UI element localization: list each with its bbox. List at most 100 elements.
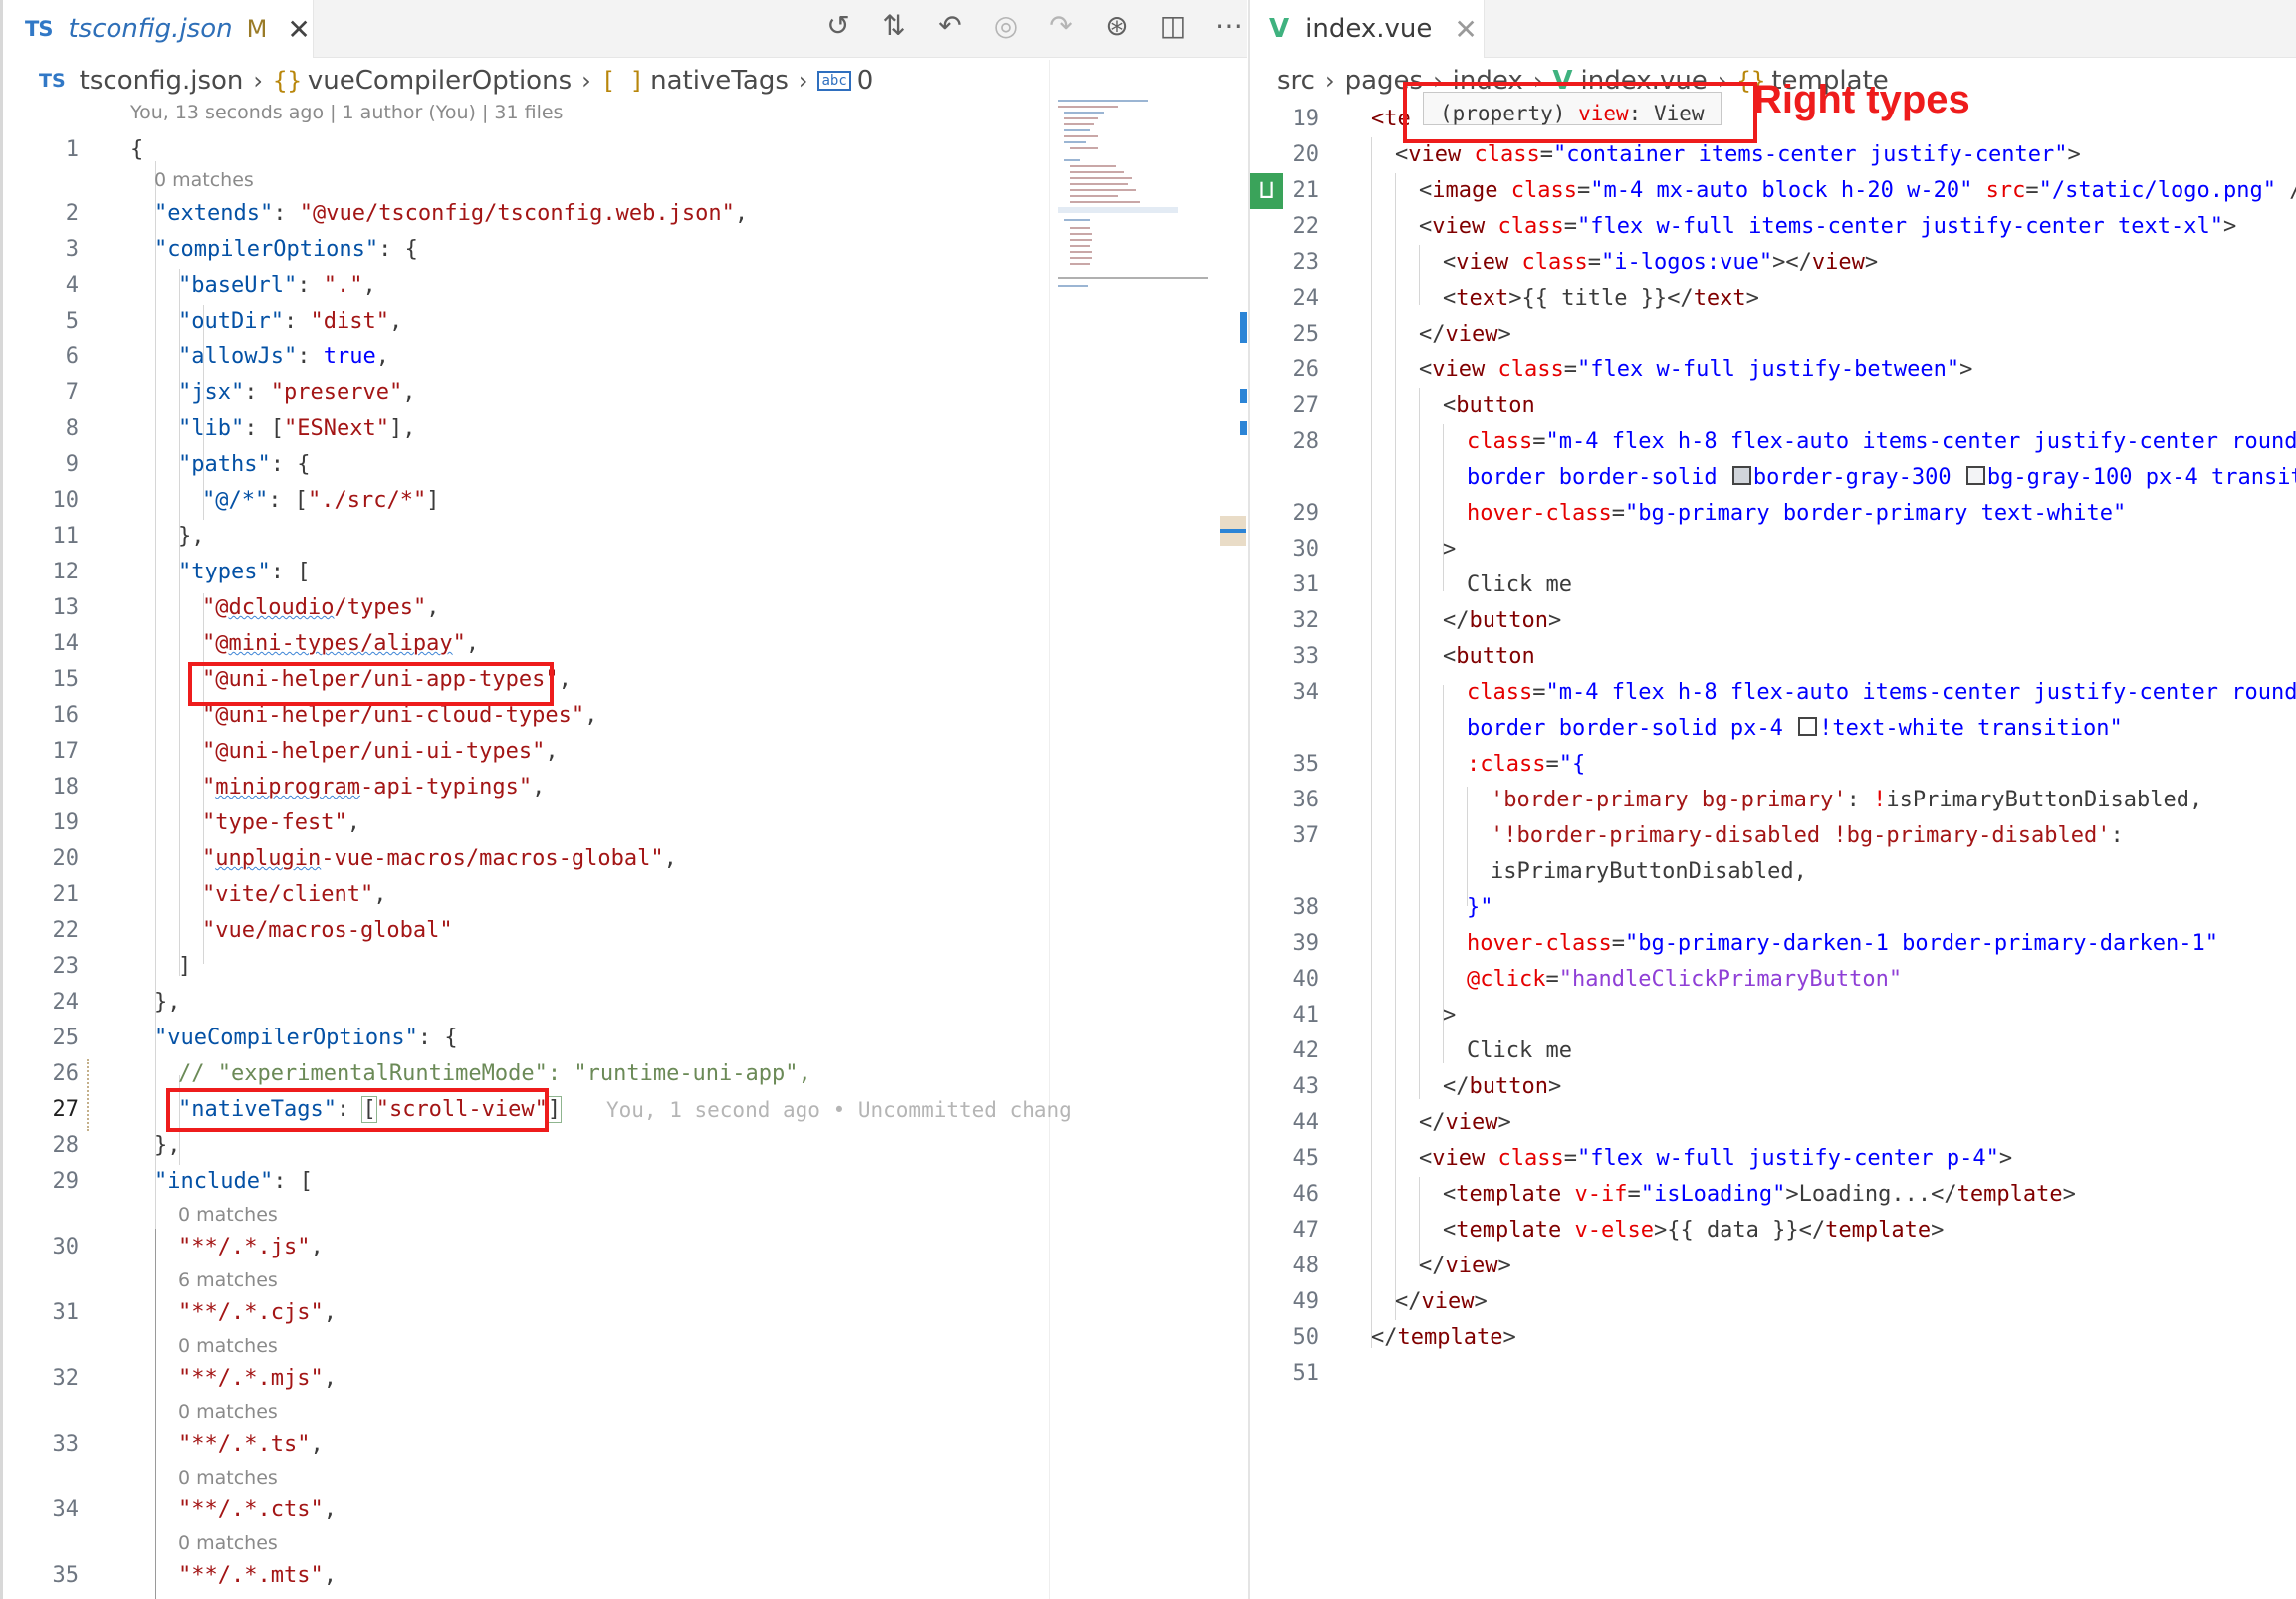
code-line[interactable]: > — [1443, 998, 1456, 1033]
code-line[interactable]: "outDir": "dist", — [178, 304, 402, 340]
code-line[interactable]: <image class="m-4 mx-auto block h-20 w-2… — [1419, 173, 2296, 209]
code-line[interactable]: </view> — [1395, 1284, 1488, 1320]
code-line[interactable]: "**/.*.cjs", — [178, 1295, 337, 1331]
code-line[interactable]: "type-fest", — [202, 805, 360, 841]
code-line[interactable]: <button — [1443, 639, 1535, 675]
minimap[interactable] — [1058, 100, 1223, 299]
code-line[interactable]: Click me — [1467, 1033, 1572, 1069]
code-line[interactable]: border border-solid px-4 !text-white tra… — [1467, 711, 2123, 747]
code-line[interactable]: "allowJs": true, — [178, 340, 389, 375]
breadcrumb-src[interactable]: src — [1277, 66, 1315, 96]
code-line[interactable]: "jsx": "preserve", — [178, 375, 415, 411]
code-line[interactable]: "vite/client", — [202, 877, 386, 913]
match-count-lens[interactable]: 6 matches — [178, 1269, 278, 1291]
code-line[interactable]: "**/.*.js", — [178, 1230, 324, 1265]
code-line[interactable]: <view class="flex w-full justify-center … — [1419, 1141, 2012, 1177]
code-line[interactable]: '!border-primary-disabled !bg-primary-di… — [1491, 818, 2124, 854]
code-line[interactable]: ] — [178, 949, 191, 985]
close-icon[interactable]: ✕ — [287, 13, 310, 46]
next-change-icon[interactable]: ↷ — [1044, 8, 1078, 42]
code-line[interactable]: Click me — [1467, 568, 1572, 603]
indent-guide — [1467, 787, 1468, 906]
code-line[interactable]: <view class="flex w-full items-center ju… — [1419, 209, 2236, 245]
code-line[interactable]: "paths": { — [178, 447, 310, 483]
code-line[interactable]: </view> — [1419, 317, 1511, 352]
close-icon[interactable]: ✕ — [1454, 13, 1477, 46]
history-icon[interactable]: ↺ — [821, 8, 855, 42]
code-line[interactable]: class="m-4 flex h-8 flex-auto items-cent… — [1467, 424, 2296, 460]
code-line[interactable]: <text>{{ title }}</text> — [1443, 281, 1759, 317]
code-line[interactable]: "**/.*.ts", — [178, 1427, 324, 1463]
scrollbar-track[interactable] — [1049, 60, 1050, 1599]
code-line[interactable]: class="m-4 flex h-8 flex-auto items-cent… — [1467, 675, 2296, 711]
code-line[interactable]: "extends": "@vue/tsconfig/tsconfig.web.j… — [154, 196, 748, 232]
split-editor-icon[interactable]: ◫ — [1156, 8, 1190, 42]
match-count-lens[interactable]: 0 matches — [178, 1401, 278, 1423]
code-line[interactable]: <button — [1443, 388, 1535, 424]
code-line[interactable]: "compilerOptions": { — [154, 232, 418, 268]
code-line[interactable]: <template v-if="isLoading">Loading...</t… — [1443, 1177, 2076, 1213]
code-line[interactable]: "vueCompilerOptions": { — [154, 1021, 458, 1056]
code-line[interactable]: { — [130, 132, 143, 168]
code-line[interactable]: <view class="flex w-full justify-between… — [1419, 352, 1972, 388]
code-line[interactable]: border border-solid border-gray-300 bg-g… — [1467, 460, 2296, 496]
color-swatch[interactable] — [1965, 466, 1985, 485]
code-line[interactable]: </button> — [1443, 1069, 1561, 1105]
code-line[interactable]: </view> — [1419, 1105, 1511, 1141]
code-line[interactable]: isPrimaryButtonDisabled, — [1491, 854, 1807, 890]
code-line[interactable]: "@dcloudio/types", — [202, 590, 439, 626]
code-line[interactable]: @click="handleClickPrimaryButton" — [1467, 962, 1902, 998]
code-line[interactable]: hover-class="bg-primary border-primary t… — [1467, 496, 2126, 532]
breadcrumb-index[interactable]: 0 — [857, 66, 874, 96]
code-line[interactable]: "vue/macros-global" — [202, 913, 453, 949]
tab-index-vue[interactable]: V index.vue ✕ — [1250, 0, 1485, 58]
code-line[interactable]: "include": [ — [154, 1164, 313, 1200]
breadcrumb-native-tags[interactable]: nativeTags — [650, 66, 789, 96]
code-line[interactable]: <view class="i-logos:vue"></view> — [1443, 245, 1878, 281]
code-line[interactable]: hover-class="bg-primary-darken-1 border-… — [1467, 926, 2218, 962]
change-marker[interactable] — [1240, 312, 1247, 343]
compare-changes-icon[interactable]: ⇅ — [877, 8, 911, 42]
code-line[interactable]: "@/*": ["./src/*"] — [202, 483, 439, 519]
code-line[interactable]: }, — [154, 1128, 181, 1164]
match-count-lens[interactable]: 0 matches — [178, 1204, 278, 1226]
tab-tsconfig-json[interactable]: TS tsconfig.json M ✕ — [3, 0, 314, 58]
code-line[interactable]: 'border-primary bg-primary': !isPrimaryB… — [1491, 783, 2202, 818]
breadcrumb-file[interactable]: tsconfig.json — [80, 66, 244, 96]
line-number: 33 — [52, 1432, 80, 1457]
match-count-lens[interactable]: 0 matches — [154, 169, 254, 191]
git-graph-icon[interactable]: ⊛ — [1100, 8, 1134, 42]
color-swatch[interactable] — [1798, 717, 1818, 736]
code-line[interactable]: <template v-else>{{ data }}</template> — [1443, 1213, 1944, 1249]
code-line[interactable]: "unplugin-vue-macros/macros-global", — [202, 841, 677, 877]
code-line[interactable]: "lib": ["ESNext"], — [178, 411, 415, 447]
code-line[interactable]: "@uni-helper/uni-ui-types", — [202, 734, 559, 770]
previous-change-icon[interactable]: ↶ — [933, 8, 967, 42]
code-line[interactable]: "@mini-types/alipay", — [202, 626, 479, 662]
code-line[interactable]: }" — [1467, 890, 1493, 926]
color-swatch[interactable] — [1731, 466, 1751, 485]
code-line[interactable]: // "experimentalRuntimeMode": "runtime-u… — [178, 1056, 811, 1092]
code-line[interactable]: "**/.*.cts", — [178, 1492, 337, 1528]
match-count-lens[interactable]: 0 matches — [178, 1532, 278, 1554]
code-line[interactable]: }, — [178, 519, 205, 555]
code-line[interactable]: "**/.*.mts", — [178, 1558, 337, 1594]
code-line[interactable]: </button> — [1443, 603, 1561, 639]
code-line[interactable]: </template> — [1371, 1320, 1516, 1356]
change-marker[interactable] — [1240, 421, 1247, 435]
more-actions-icon[interactable]: ⋯ — [1212, 8, 1246, 42]
breadcrumb-vue-compiler-options[interactable]: vueCompilerOptions — [308, 66, 572, 96]
code-line[interactable]: :class="{ — [1467, 747, 1585, 783]
code-line[interactable]: > — [1443, 532, 1456, 568]
code-line[interactable]: "miniprogram-api-typings", — [202, 770, 545, 805]
match-count-lens[interactable]: 0 matches — [178, 1335, 278, 1357]
code-line[interactable]: "baseUrl": ".", — [178, 268, 376, 304]
match-count-lens[interactable]: 0 matches — [178, 1467, 278, 1488]
revert-change-icon[interactable]: ◎ — [989, 8, 1023, 42]
code-line[interactable]: "**/.*.mjs", — [178, 1361, 337, 1397]
code-line[interactable]: "types": [ — [178, 555, 310, 590]
code-line[interactable]: }, — [154, 985, 181, 1021]
change-marker[interactable] — [1240, 389, 1247, 403]
code-line[interactable]: </view> — [1419, 1249, 1511, 1284]
git-blame-lens[interactable]: You, 13 seconds ago | 1 author (You) | 3… — [130, 102, 563, 123]
